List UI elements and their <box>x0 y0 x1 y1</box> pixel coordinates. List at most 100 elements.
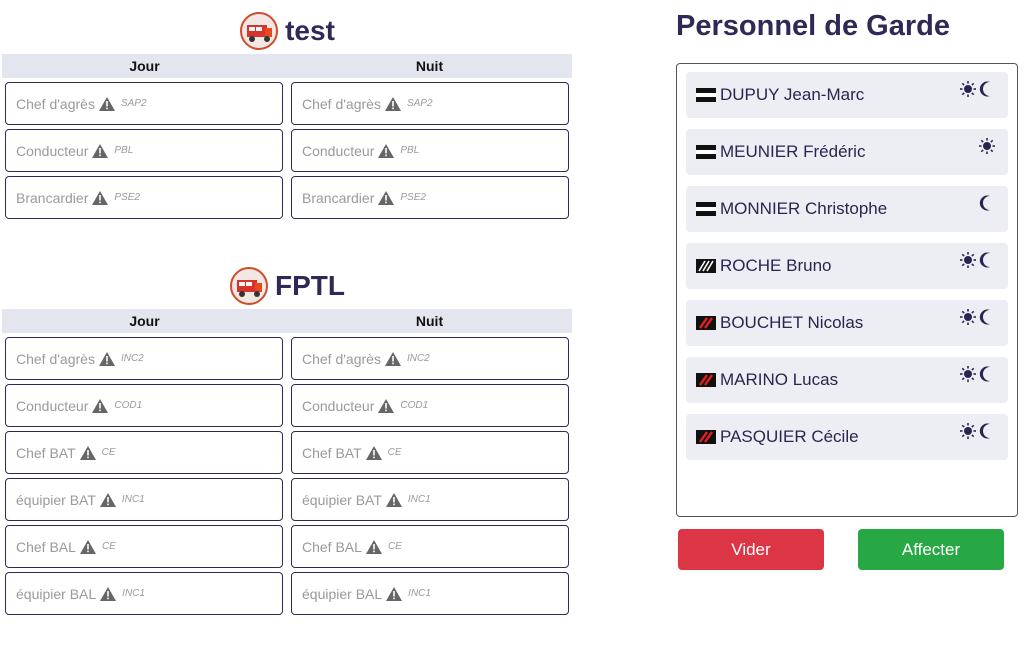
slot-row: Chef BAT CE Chef BAT CE <box>2 431 572 474</box>
vehicle-fptl: FPTL Jour Nuit Chef d'agrès INC2 Chef d'a… <box>2 263 572 615</box>
moon-icon <box>979 309 990 325</box>
slot-qualification: PSE2 <box>400 192 426 203</box>
personnel-name: ROCHE Bruno <box>720 256 832 275</box>
slot-jour[interactable]: Conducteur COD1 <box>5 384 283 427</box>
slot-role: équipier BAL <box>302 585 383 602</box>
column-nuit: Nuit <box>415 313 444 329</box>
slot-role: Chef d'agrès <box>302 350 381 367</box>
grade-chevrons-icon <box>696 430 716 444</box>
personnel-name: MONNIER Christophe <box>720 199 888 218</box>
column-jour: Jour <box>129 58 160 74</box>
slot-row: Chef d'agrès SAP2 Chef d'agrès SAP2 <box>2 82 572 125</box>
table-header: Jour Nuit <box>2 309 572 333</box>
vehicle-name: test <box>285 15 335 46</box>
column-nuit: Nuit <box>415 58 444 74</box>
slot-role: Chef d'agrès <box>16 95 95 112</box>
slot-role: Chef d'agrès <box>16 350 95 367</box>
warning-icon <box>378 143 395 158</box>
slot-nuit[interactable]: équipier BAL INC1 <box>291 572 569 615</box>
grade-chevrons-icon <box>696 259 716 273</box>
fire-truck-icon <box>230 267 268 305</box>
personnel-item[interactable]: PASQUIER Cécile <box>686 414 1008 460</box>
personnel-item[interactable]: ROCHE Bruno <box>686 243 1008 289</box>
grade-chevrons-icon <box>696 373 716 387</box>
grade-officer-icon <box>696 202 716 216</box>
personnel-item[interactable]: MARINO Lucas <box>686 357 1008 403</box>
personnel-list: DUPUY Jean-Marc MEUNIER Frédéric MONNIER… <box>676 63 1018 517</box>
slot-qualification: INC1 <box>408 588 431 599</box>
slot-jour[interactable]: équipier BAT INC1 <box>5 478 283 521</box>
personnel-item[interactable]: BOUCHET Nicolas <box>686 300 1008 346</box>
sun-icon <box>960 423 976 439</box>
slot-role: équipier BAT <box>16 491 96 508</box>
slot-qualification: INC2 <box>406 353 430 364</box>
grade-officer-icon <box>696 145 716 159</box>
slot-row: Brancardier PSE2 Brancardier PSE2 <box>2 176 572 219</box>
slot-row: Conducteur COD1 Conducteur COD1 <box>2 384 572 427</box>
availability <box>959 251 996 269</box>
warning-icon <box>92 190 109 205</box>
slot-qualification: INC1 <box>407 494 431 505</box>
slot-nuit[interactable]: Conducteur COD1 <box>291 384 569 427</box>
slot-jour[interactable]: Chef d'agrès SAP2 <box>5 82 283 125</box>
slot-role: Chef BAT <box>302 444 362 461</box>
warning-icon <box>365 445 382 460</box>
slot-role: Conducteur <box>16 397 89 414</box>
sun-icon <box>960 252 976 268</box>
slot-jour[interactable]: Brancardier PSE2 <box>5 176 283 219</box>
vider-button[interactable]: Vider <box>678 529 824 570</box>
slot-nuit[interactable]: Chef d'agrès SAP2 <box>291 82 569 125</box>
personnel-item[interactable]: MEUNIER Frédéric <box>686 129 1008 175</box>
slot-qualification: INC1 <box>122 588 145 599</box>
slot-nuit[interactable]: Chef d'agrès INC2 <box>291 337 569 380</box>
availability <box>959 365 996 383</box>
slot-nuit[interactable]: Chef BAL CE <box>291 525 569 568</box>
slot-row: Chef d'agrès INC2 Chef d'agrès INC2 <box>2 337 572 380</box>
warning-icon <box>98 96 115 111</box>
slot-role: équipier BAT <box>302 491 382 508</box>
vehicle-header: FPTL <box>2 263 572 309</box>
slot-row: équipier BAL INC1 équipier BAL INC1 <box>2 572 572 615</box>
slot-jour[interactable]: Chef d'agrès INC2 <box>5 337 283 380</box>
slot-row: équipier BAT INC1 équipier BAT INC1 <box>2 478 572 521</box>
slot-jour[interactable]: Chef BAT CE <box>5 431 283 474</box>
fire-truck-icon <box>240 12 279 50</box>
slot-qualification: PBL <box>400 145 420 156</box>
slot-nuit[interactable]: Chef BAT CE <box>291 431 569 474</box>
slot-nuit[interactable]: Conducteur PBL <box>291 129 569 172</box>
moon-icon <box>979 81 990 97</box>
slot-nuit[interactable]: Brancardier PSE2 <box>291 176 569 219</box>
availability <box>959 80 996 98</box>
slot-qualification: CE <box>387 447 402 458</box>
slot-role: Brancardier <box>16 189 89 206</box>
personnel-item[interactable]: MONNIER Christophe <box>686 186 1008 232</box>
slot-role: Chef BAL <box>16 538 76 555</box>
affecter-button[interactable]: Affecter <box>858 529 1004 570</box>
slot-role: Chef BAL <box>302 538 362 555</box>
warning-icon <box>378 398 395 413</box>
slot-qualification: CE <box>101 447 116 458</box>
garde-title: Personnel de Garde <box>676 10 950 42</box>
slot-nuit[interactable]: équipier BAT INC1 <box>291 478 569 521</box>
slot-role: Conducteur <box>16 142 89 159</box>
slot-jour[interactable]: Conducteur PBL <box>5 129 283 172</box>
sun-icon <box>960 309 976 325</box>
slot-role: Chef BAT <box>16 444 76 461</box>
slot-qualification: CE <box>101 541 116 552</box>
slot-qualification: SAP2 <box>120 98 147 109</box>
warning-icon <box>98 351 115 366</box>
warning-icon <box>365 539 382 554</box>
slot-role: équipier BAL <box>16 585 97 602</box>
slot-jour[interactable]: Chef BAL CE <box>5 525 283 568</box>
slot-row: Chef BAL CE Chef BAL CE <box>2 525 572 568</box>
personnel-item[interactable]: DUPUY Jean-Marc <box>686 72 1008 118</box>
moon-icon <box>979 195 990 211</box>
vehicle-header: test <box>2 8 572 54</box>
slot-qualification: PBL <box>114 145 134 156</box>
availability <box>978 194 996 212</box>
vehicle-name: FPTL <box>275 270 345 301</box>
sun-icon <box>979 138 995 154</box>
slot-row: Conducteur PBL Conducteur PBL <box>2 129 572 172</box>
slot-jour[interactable]: équipier BAL INC1 <box>5 572 283 615</box>
slot-qualification: COD1 <box>114 400 143 411</box>
